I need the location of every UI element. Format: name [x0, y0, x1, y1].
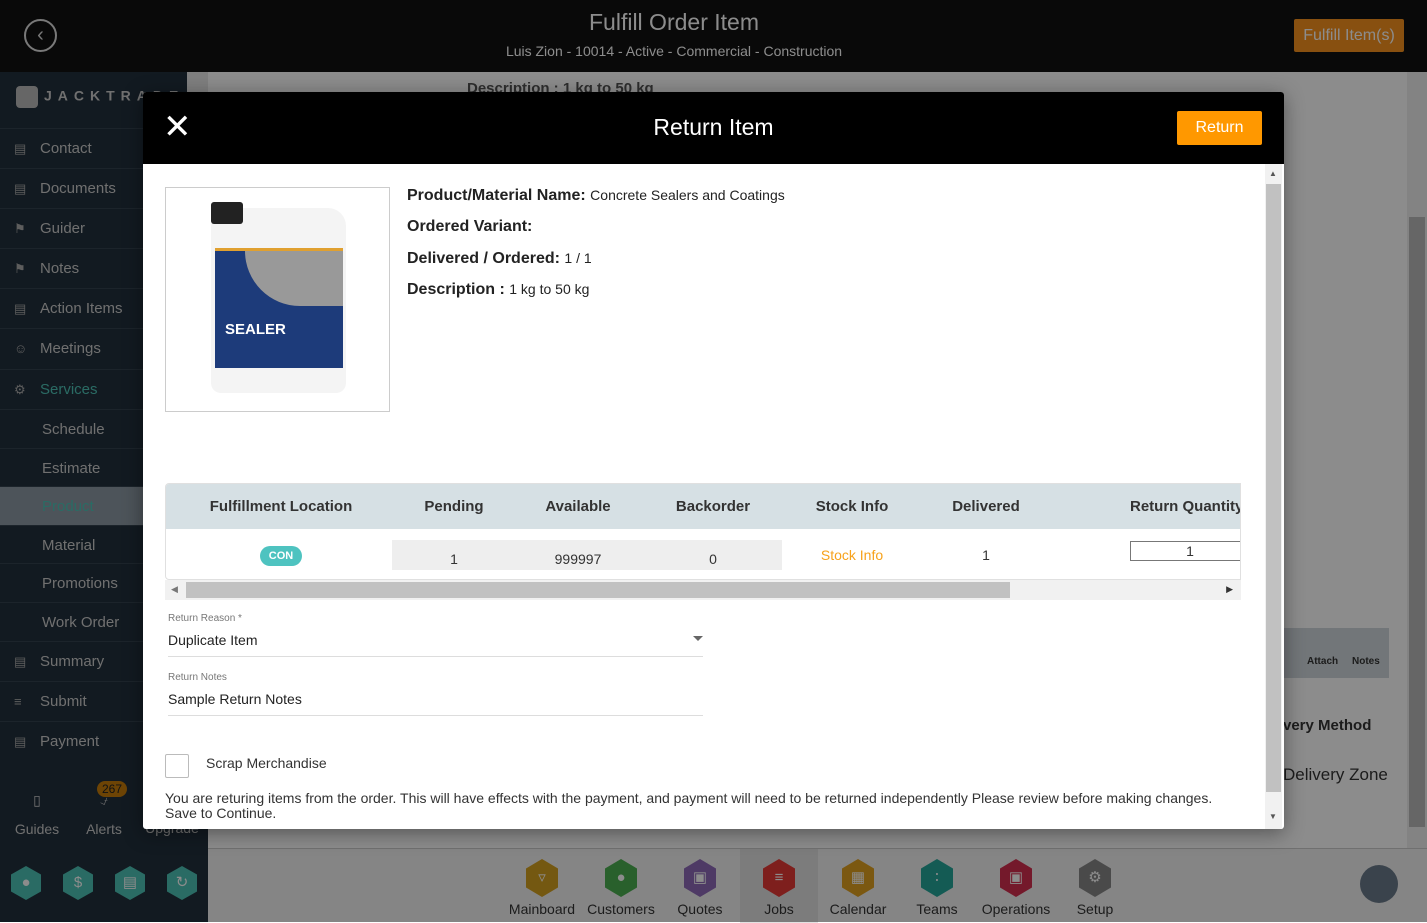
col-return-quantity: Return Quantity [1130, 498, 1241, 515]
col-delivered: Delivered [952, 498, 1020, 515]
col-pending: Pending [424, 498, 484, 515]
product-name: Product/Material Name: Concrete Sealers … [407, 187, 785, 204]
modal-title: Return Item [653, 114, 774, 140]
return-reason-select[interactable]: Duplicate Item [168, 632, 703, 657]
available-value: 999997 [554, 551, 602, 567]
delivered-value: 1 [982, 547, 990, 563]
modal-header: ✕ Return Item Return [143, 92, 1284, 164]
delivered-ordered: Delivered / Ordered: 1 / 1 [407, 250, 592, 267]
table-horizontal-scrollbar[interactable]: ◀ ▶ [165, 580, 1241, 600]
modal-scrollbar[interactable]: ▲ ▼ [1265, 164, 1282, 829]
location-badge: CON [259, 546, 303, 567]
product-image: SEALER [165, 187, 390, 412]
fulfillment-table: Fulfillment Location Pending Available B… [165, 483, 1241, 580]
return-quantity-input[interactable]: 1 [1130, 541, 1240, 561]
backorder-value: 0 [709, 551, 717, 567]
scrap-merchandise-label: Scrap Merchandise [206, 755, 327, 771]
col-backorder: Backorder [675, 498, 751, 515]
col-stock-info: Stock Info [815, 498, 889, 515]
stock-info-link[interactable]: Stock Info [782, 529, 922, 579]
return-item-modal: ✕ Return Item Return SEALER Product/Mate… [143, 92, 1284, 829]
return-notes-label: Return Notes [168, 672, 227, 683]
col-available: Available [545, 498, 611, 515]
return-reason-label: Return Reason * [168, 613, 242, 624]
product-description: Description : 1 kg to 50 kg [407, 281, 590, 298]
scrap-merchandise-checkbox[interactable] [165, 754, 189, 778]
table-row: CON [166, 529, 396, 579]
return-button[interactable]: Return [1177, 111, 1262, 145]
table-header: Fulfillment Location Pending Available B… [166, 484, 1241, 529]
return-warning-text: You are returing items from the order. T… [165, 790, 1213, 821]
return-notes-input[interactable]: Sample Return Notes [168, 691, 703, 716]
ordered-variant: Ordered Variant: [407, 218, 533, 235]
pending-value: 1 [450, 551, 458, 567]
col-fulfillment-location: Fulfillment Location [209, 498, 353, 515]
dropdown-caret-icon [693, 636, 703, 641]
